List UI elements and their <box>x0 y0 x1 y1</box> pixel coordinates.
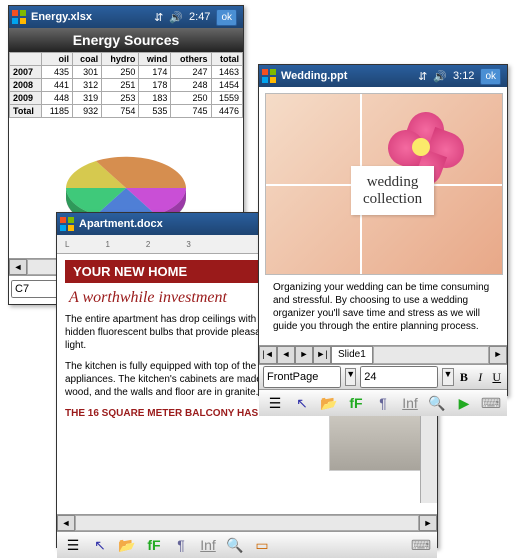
fontsize-dropdown[interactable]: ▼ <box>442 368 453 386</box>
fontsize-input[interactable] <box>360 366 438 388</box>
clock: 2:47 <box>189 11 210 23</box>
paragraph-button[interactable]: ¶ <box>371 392 395 414</box>
menu-button[interactable]: ☰ <box>263 392 287 414</box>
energy-title: Energy.xlsx <box>31 11 154 23</box>
energy-table: oil coal hydro wind others total 2007435… <box>9 52 243 118</box>
cursor-icon[interactable]: ↖ <box>88 534 112 556</box>
scroll-left-button[interactable]: ◄ <box>9 259 27 275</box>
table-row: 20074353012501742471463 <box>10 66 243 79</box>
format-bar: ▼ ▼ B I U <box>259 364 507 389</box>
scroll-left-button[interactable]: ◄ <box>57 515 75 531</box>
clock: 3:12 <box>453 70 474 82</box>
toolbar: ☰ ↖ 📂 fF ¶ Inf 🔍 ▶ ⌨ <box>259 389 507 416</box>
slide-caption: Organizing your wedding can be time cons… <box>265 275 501 339</box>
info-button[interactable]: Inf <box>196 534 220 556</box>
page-view-button[interactable]: ▭ <box>250 534 274 556</box>
table-row: 20094483192531832501559 <box>10 92 243 105</box>
cell-ref-input[interactable] <box>11 280 59 298</box>
next-slide-button[interactable]: ► <box>295 346 313 364</box>
scroll-right-button[interactable]: ► <box>419 515 437 531</box>
connectivity-icon: ⇵ <box>154 11 163 24</box>
underline-button[interactable]: U <box>491 367 503 387</box>
italic-button[interactable]: I <box>474 367 486 387</box>
font-format-button[interactable]: fF <box>142 534 166 556</box>
first-slide-button[interactable]: |◄ <box>259 346 277 364</box>
h-scrollbar[interactable]: ◄ ► <box>57 514 437 531</box>
font-format-button[interactable]: fF <box>344 392 368 414</box>
ok-button[interactable]: ok <box>480 68 501 85</box>
keyboard-button[interactable]: ⌨ <box>409 534 433 556</box>
energy-heading: Energy Sources <box>9 28 243 52</box>
cursor-icon[interactable]: ↖ <box>290 392 314 414</box>
connectivity-icon: ⇵ <box>418 70 427 83</box>
windows-logo-icon <box>59 216 75 232</box>
bold-button[interactable]: B <box>458 367 470 387</box>
toolbar: ☰ ↖ 📂 fF ¶ Inf 🔍 ▭ ⌨ <box>57 531 437 558</box>
zoom-button[interactable]: 🔍 <box>223 534 247 556</box>
wedding-titlebar[interactable]: Wedding.ppt ⇵ 🔊 3:12 ok <box>259 65 507 87</box>
wedding-window: Wedding.ppt ⇵ 🔊 3:12 ok wedding collecti… <box>258 64 508 396</box>
volume-icon: 🔊 <box>169 11 183 24</box>
slide[interactable]: wedding collection <box>265 93 503 275</box>
font-dropdown[interactable]: ▼ <box>345 368 356 386</box>
zoom-button[interactable]: 🔍 <box>425 392 449 414</box>
windows-logo-icon <box>261 68 277 84</box>
last-slide-button[interactable]: ►| <box>313 346 331 364</box>
slide-name[interactable]: Slide1 <box>331 346 373 364</box>
table-row: 20084413122511782481454 <box>10 79 243 92</box>
slide-nav: |◄ ◄ ► ►| Slide1 ► <box>259 345 507 364</box>
slide-area[interactable]: wedding collection Organizing your weddi… <box>259 87 507 345</box>
table-row: Total11859327545357454476 <box>10 105 243 118</box>
energy-titlebar[interactable]: Energy.xlsx ⇵ 🔊 2:47 ok <box>9 6 243 28</box>
paragraph-button[interactable]: ¶ <box>169 534 193 556</box>
ok-button[interactable]: ok <box>216 9 237 26</box>
scroll-track[interactable] <box>75 515 419 531</box>
info-button[interactable]: Inf <box>398 392 422 414</box>
font-input[interactable] <box>263 366 341 388</box>
scroll-track[interactable] <box>373 346 489 364</box>
windows-logo-icon <box>11 9 27 25</box>
keyboard-button[interactable]: ⌨ <box>479 392 503 414</box>
volume-icon: 🔊 <box>433 70 447 83</box>
menu-button[interactable]: ☰ <box>61 534 85 556</box>
wedding-title: Wedding.ppt <box>281 70 418 82</box>
prev-slide-button[interactable]: ◄ <box>277 346 295 364</box>
slide-title-box: wedding collection <box>351 166 434 215</box>
table-header-row: oil coal hydro wind others total <box>10 53 243 66</box>
play-button[interactable]: ▶ <box>452 392 476 414</box>
open-folder-button[interactable]: 📂 <box>115 534 139 556</box>
scroll-right-button[interactable]: ► <box>489 346 507 364</box>
open-folder-button[interactable]: 📂 <box>317 392 341 414</box>
